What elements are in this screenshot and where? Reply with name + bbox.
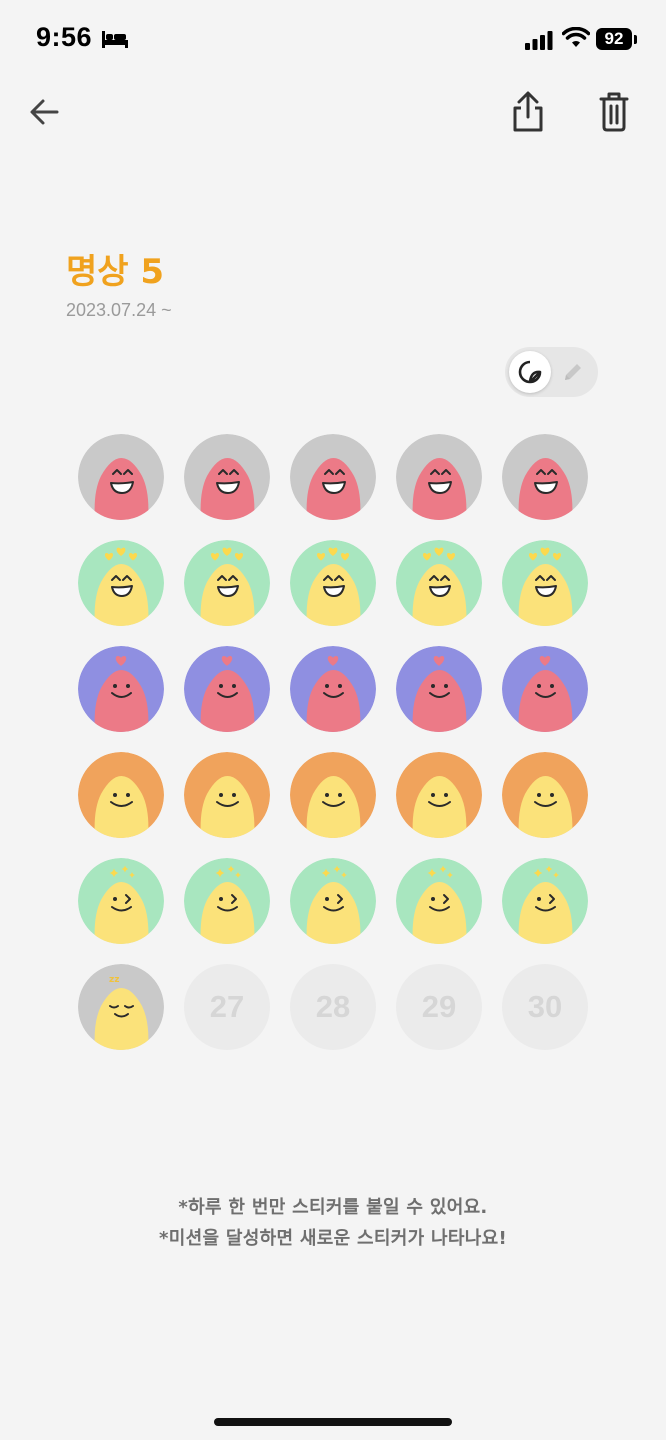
share-button[interactable] bbox=[506, 88, 550, 136]
sticker-day-2[interactable] bbox=[184, 434, 270, 520]
sticker-day-9[interactable] bbox=[396, 540, 482, 626]
sticker-day-17[interactable] bbox=[184, 752, 270, 838]
sleepy-sticker-icon: zz bbox=[78, 964, 164, 1050]
empty-day-28[interactable]: 28 bbox=[290, 964, 376, 1050]
sticker-day-10[interactable] bbox=[502, 540, 588, 626]
heart-pink-sticker-icon bbox=[290, 646, 376, 732]
page-title: 명상 5 bbox=[66, 252, 165, 292]
notes: *하루 한 번만 스티커를 붙일 수 있어요. *미션을 달성하면 새로운 스티… bbox=[0, 1192, 666, 1254]
start-date: 2023.07.24 ~ bbox=[66, 300, 172, 320]
wink-sparkle-sticker-icon bbox=[290, 858, 376, 944]
sticker-day-22[interactable] bbox=[184, 858, 270, 944]
smile-sticker-icon bbox=[502, 752, 588, 838]
sticker-day-13[interactable] bbox=[290, 646, 376, 732]
sticker-day-6[interactable] bbox=[78, 540, 164, 626]
day-number: 30 bbox=[527, 989, 563, 1024]
wink-sparkle-sticker-icon bbox=[396, 858, 482, 944]
delete-button[interactable] bbox=[592, 88, 636, 136]
svg-text:zz: zz bbox=[109, 975, 119, 985]
sticker-day-5[interactable] bbox=[502, 434, 588, 520]
sticker-day-25[interactable] bbox=[502, 858, 588, 944]
bed-icon bbox=[102, 31, 128, 48]
grin-sticker-icon bbox=[78, 434, 164, 520]
smile-sticker-icon bbox=[78, 752, 164, 838]
wink-sparkle-sticker-icon bbox=[184, 858, 270, 944]
share-icon bbox=[513, 91, 543, 132]
sticker-day-16[interactable] bbox=[78, 752, 164, 838]
wifi-icon bbox=[562, 27, 590, 47]
heart-pink-sticker-icon bbox=[184, 646, 270, 732]
sticker-day-12[interactable] bbox=[184, 646, 270, 732]
empty-day-27[interactable]: 27 bbox=[184, 964, 270, 1050]
sticker-day-21[interactable] bbox=[78, 858, 164, 944]
empty-day-30[interactable]: 30 bbox=[502, 964, 588, 1050]
grin-sticker-icon bbox=[396, 434, 482, 520]
smile-sticker-icon bbox=[184, 752, 270, 838]
toggle-knob bbox=[509, 351, 551, 393]
hearts-yellow-sticker-icon bbox=[78, 540, 164, 626]
wink-sparkle-sticker-icon bbox=[502, 858, 588, 944]
heart-pink-sticker-icon bbox=[78, 646, 164, 732]
smile-sticker-icon bbox=[290, 752, 376, 838]
sticker-day-14[interactable] bbox=[396, 646, 482, 732]
sticker-day-20[interactable] bbox=[502, 752, 588, 838]
pencil-icon bbox=[565, 364, 581, 380]
note-new-stickers: *미션을 달성하면 새로운 스티커가 나타나요! bbox=[159, 1228, 507, 1249]
sticker-day-11[interactable] bbox=[78, 646, 164, 732]
signal-icon bbox=[525, 31, 553, 50]
heart-pink-sticker-icon bbox=[502, 646, 588, 732]
sticker-day-24[interactable] bbox=[396, 858, 482, 944]
sticker-day-19[interactable] bbox=[396, 752, 482, 838]
back-button[interactable] bbox=[26, 93, 64, 131]
sticker-day-4[interactable] bbox=[396, 434, 482, 520]
sticker-day-8[interactable] bbox=[290, 540, 376, 626]
sticker-day-1[interactable] bbox=[78, 434, 164, 520]
note-once-a-day: *하루 한 번만 스티커를 붙일 수 있어요. bbox=[178, 1197, 488, 1218]
day-number: 28 bbox=[315, 989, 351, 1024]
grin-sticker-icon bbox=[290, 434, 376, 520]
sticker-pencil-toggle[interactable] bbox=[505, 347, 598, 397]
hearts-yellow-sticker-icon bbox=[184, 540, 270, 626]
battery-level: 92 bbox=[604, 29, 624, 48]
heart-pink-sticker-icon bbox=[396, 646, 482, 732]
sticker-grid: zz 27 28 29 30 bbox=[78, 434, 588, 1050]
trash-icon bbox=[599, 92, 629, 132]
sticker-icon bbox=[518, 360, 542, 384]
hearts-yellow-sticker-icon bbox=[396, 540, 482, 626]
grin-sticker-icon bbox=[184, 434, 270, 520]
hearts-yellow-sticker-icon bbox=[290, 540, 376, 626]
wink-sparkle-sticker-icon bbox=[78, 858, 164, 944]
day-number: 29 bbox=[421, 989, 457, 1024]
sticker-day-7[interactable] bbox=[184, 540, 270, 626]
home-indicator bbox=[214, 1418, 452, 1426]
sticker-day-3[interactable] bbox=[290, 434, 376, 520]
sticker-day-18[interactable] bbox=[290, 752, 376, 838]
battery-tip bbox=[634, 35, 637, 44]
sticker-day-15[interactable] bbox=[502, 646, 588, 732]
battery-indicator: 92 bbox=[596, 28, 632, 50]
smile-sticker-icon bbox=[396, 752, 482, 838]
day-number: 27 bbox=[209, 989, 245, 1024]
empty-day-29[interactable]: 29 bbox=[396, 964, 482, 1050]
grin-sticker-icon bbox=[502, 434, 588, 520]
arrow-left-icon bbox=[30, 99, 59, 125]
status-time: 9:56 bbox=[36, 22, 93, 52]
sticker-day-23[interactable] bbox=[290, 858, 376, 944]
status-bar: 9:56 92 bbox=[0, 0, 666, 80]
sticker-day-26[interactable]: zz bbox=[78, 964, 164, 1050]
hearts-yellow-sticker-icon bbox=[502, 540, 588, 626]
